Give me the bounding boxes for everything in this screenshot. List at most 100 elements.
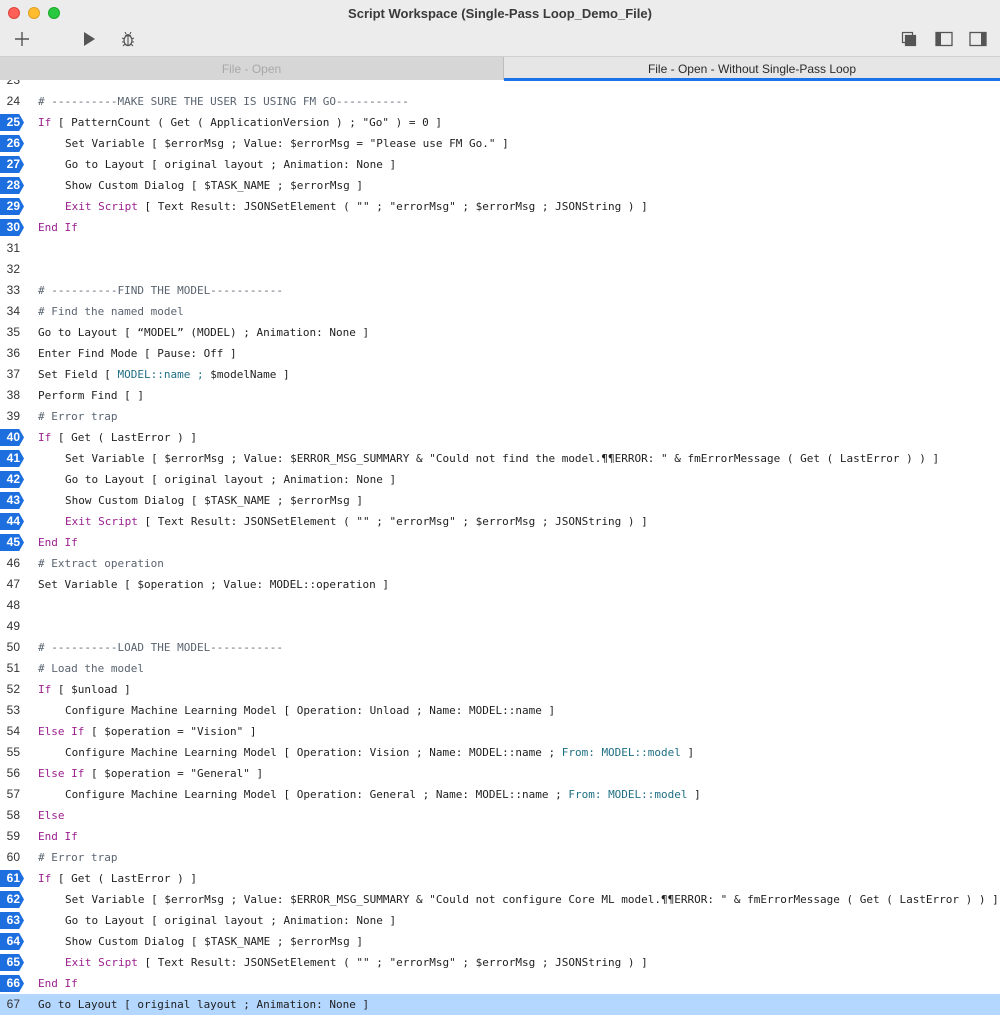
script-step-row[interactable]: 66 End If	[0, 973, 1000, 994]
script-step-row[interactable]: 43 Show Custom Dialog [ $TASK_NAME ; $err…	[0, 490, 1000, 511]
script-step-row[interactable]: 50 # ----------LOAD THE MODEL-----------	[0, 637, 1000, 658]
script-step-row[interactable]: 24 # ----------MAKE SURE THE USER IS USIN…	[0, 91, 1000, 112]
script-step-row[interactable]: 25 If [ PatternCount ( Get ( ApplicationV…	[0, 112, 1000, 133]
line-number[interactable]: 47	[0, 576, 26, 593]
tab-file-open[interactable]: File - Open	[0, 57, 504, 80]
script-step-row[interactable]: 41 Set Variable [ $errorMsg ; Value: $ERR…	[0, 448, 1000, 469]
script-step-row[interactable]: 53 Configure Machine Learning Model [ Ope…	[0, 700, 1000, 721]
line-number[interactable]: 56	[0, 765, 26, 782]
script-step-row[interactable]: 26 Set Variable [ $errorMsg ; Value: $err…	[0, 133, 1000, 154]
line-number[interactable]: 32	[0, 261, 26, 278]
script-step-row[interactable]: 32	[0, 259, 1000, 280]
line-number[interactable]: 52	[0, 681, 26, 698]
script-step-row[interactable]: 42 Go to Layout [ original layout ; Anima…	[0, 469, 1000, 490]
script-editor[interactable]: 23 24 # ----------MAKE SURE THE USER IS US…	[0, 80, 1000, 1016]
line-number[interactable]: 57	[0, 786, 26, 803]
script-step-row[interactable]: 48	[0, 595, 1000, 616]
script-step-row[interactable]: 33 # ----------FIND THE MODEL-----------	[0, 280, 1000, 301]
line-number[interactable]: 51	[0, 660, 26, 677]
line-number[interactable]: 54	[0, 723, 26, 740]
script-step-row[interactable]: 64 Show Custom Dialog [ $TASK_NAME ; $err…	[0, 931, 1000, 952]
breakpoint-line-number[interactable]: 25	[0, 114, 24, 131]
step-text: [ $operation = "Vision" ]	[84, 725, 257, 738]
toggle-left-sidebar-button[interactable]	[934, 29, 954, 49]
script-step-row[interactable]: 29 Exit Script [ Text Result: JSONSetElem…	[0, 196, 1000, 217]
script-step-row[interactable]: 63 Go to Layout [ original layout ; Anima…	[0, 910, 1000, 931]
breakpoint-line-number[interactable]: 44	[0, 513, 24, 530]
script-step-row[interactable]: 39 # Error trap	[0, 406, 1000, 427]
line-number[interactable]: 48	[0, 597, 26, 614]
script-step-row[interactable]: 62 Set Variable [ $errorMsg ; Value: $ERR…	[0, 889, 1000, 910]
script-step-row[interactable]: 23	[0, 80, 1000, 91]
line-number[interactable]: 23	[0, 80, 26, 89]
breakpoint-line-number[interactable]: 41	[0, 450, 24, 467]
script-step-row[interactable]: 31	[0, 238, 1000, 259]
script-step-row[interactable]: 46 # Extract operation	[0, 553, 1000, 574]
breakpoint-line-number[interactable]: 26	[0, 135, 24, 152]
line-number[interactable]: 34	[0, 303, 26, 320]
breakpoint-line-number[interactable]: 64	[0, 933, 24, 950]
line-number[interactable]: 49	[0, 618, 26, 635]
script-step-row[interactable]: 61 If [ Get ( LastError ) ]	[0, 868, 1000, 889]
copy-windows-button[interactable]	[899, 29, 919, 49]
breakpoint-line-number[interactable]: 30	[0, 219, 24, 236]
script-step-row[interactable]: 38 Perform Find [ ]	[0, 385, 1000, 406]
line-number[interactable]: 33	[0, 282, 26, 299]
script-step-row[interactable]: 49	[0, 616, 1000, 637]
line-number[interactable]: 31	[0, 240, 26, 257]
script-step-row[interactable]: 60 # Error trap	[0, 847, 1000, 868]
script-step-row[interactable]: 59 End If	[0, 826, 1000, 847]
script-step-row[interactable]: 47 Set Variable [ $operation ; Value: MOD…	[0, 574, 1000, 595]
line-number[interactable]: 53	[0, 702, 26, 719]
script-step-row[interactable]: 54 Else If [ $operation = "Vision" ]	[0, 721, 1000, 742]
line-number[interactable]: 37	[0, 366, 26, 383]
script-step-row[interactable]: 45 End If	[0, 532, 1000, 553]
line-number[interactable]: 55	[0, 744, 26, 761]
line-number[interactable]: 60	[0, 849, 26, 866]
new-script-button[interactable]	[12, 29, 32, 49]
line-number[interactable]: 24	[0, 93, 26, 110]
breakpoint-line-number[interactable]: 66	[0, 975, 24, 992]
breakpoint-line-number[interactable]: 63	[0, 912, 24, 929]
script-step-row[interactable]: 30 End If	[0, 217, 1000, 238]
line-number[interactable]: 67	[0, 996, 26, 1013]
script-step-row[interactable]: 67 Go to Layout [ original layout ; Anima…	[0, 994, 1000, 1015]
script-step-row[interactable]: 57 Configure Machine Learning Model [ Ope…	[0, 784, 1000, 805]
breakpoint-line-number[interactable]: 27	[0, 156, 24, 173]
line-number[interactable]: 36	[0, 345, 26, 362]
script-step-row[interactable]: 35 Go to Layout [ “MODEL” (MODEL) ; Anima…	[0, 322, 1000, 343]
line-number[interactable]: 50	[0, 639, 26, 656]
line-number[interactable]: 58	[0, 807, 26, 824]
toggle-right-sidebar-button[interactable]	[968, 29, 988, 49]
script-step-row[interactable]: 52 If [ $unload ]	[0, 679, 1000, 700]
script-step-row[interactable]: 51 # Load the model	[0, 658, 1000, 679]
breakpoint-line-number[interactable]: 42	[0, 471, 24, 488]
line-number[interactable]: 59	[0, 828, 26, 845]
script-step-row[interactable]: 27 Go to Layout [ original layout ; Anima…	[0, 154, 1000, 175]
script-step-row[interactable]: 56 Else If [ $operation = "General" ]	[0, 763, 1000, 784]
debug-script-button[interactable]	[118, 29, 138, 49]
script-step-row[interactable]: 65 Exit Script [ Text Result: JSONSetElem…	[0, 952, 1000, 973]
breakpoint-line-number[interactable]: 65	[0, 954, 24, 971]
script-step-row[interactable]: 55 Configure Machine Learning Model [ Ope…	[0, 742, 1000, 763]
breakpoint-line-number[interactable]: 28	[0, 177, 24, 194]
line-number[interactable]: 35	[0, 324, 26, 341]
breakpoint-line-number[interactable]: 45	[0, 534, 24, 551]
line-number[interactable]: 39	[0, 408, 26, 425]
breakpoint-line-number[interactable]: 43	[0, 492, 24, 509]
breakpoint-line-number[interactable]: 61	[0, 870, 24, 887]
line-number[interactable]: 38	[0, 387, 26, 404]
script-step-row[interactable]: 28 Show Custom Dialog [ $TASK_NAME ; $err…	[0, 175, 1000, 196]
script-step-row[interactable]: 37 Set Field [ MODEL::name ; $modelName ]	[0, 364, 1000, 385]
breakpoint-line-number[interactable]: 40	[0, 429, 24, 446]
breakpoint-line-number[interactable]: 29	[0, 198, 24, 215]
script-step-row[interactable]: 36 Enter Find Mode [ Pause: Off ]	[0, 343, 1000, 364]
tab-file-open-without-single-pass-loop[interactable]: File - Open - Without Single-Pass Loop	[504, 57, 1000, 81]
script-step-row[interactable]: 44 Exit Script [ Text Result: JSONSetElem…	[0, 511, 1000, 532]
script-step-row[interactable]: 40 If [ Get ( LastError ) ]	[0, 427, 1000, 448]
line-number[interactable]: 46	[0, 555, 26, 572]
breakpoint-line-number[interactable]: 62	[0, 891, 24, 908]
script-step-row[interactable]: 34 # Find the named model	[0, 301, 1000, 322]
script-step-row[interactable]: 58 Else	[0, 805, 1000, 826]
run-script-button[interactable]	[79, 29, 99, 49]
